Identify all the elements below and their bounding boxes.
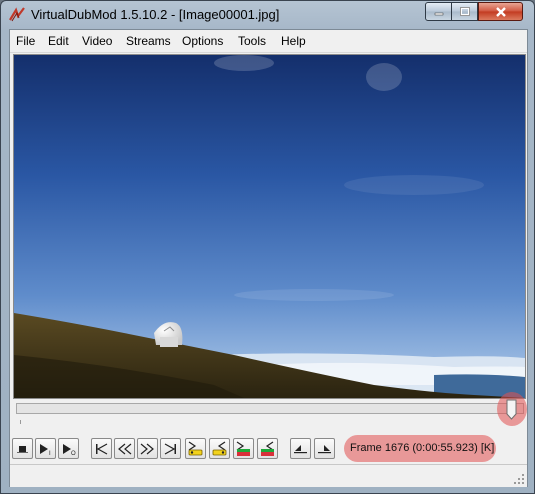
close-button[interactable] (478, 2, 523, 21)
go-start-icon (96, 443, 108, 455)
prev-frame-button[interactable] (114, 438, 135, 459)
menu-tools[interactable]: Tools (238, 34, 266, 48)
video-preview-pane[interactable] (13, 54, 526, 399)
app-window: VirtualDubMod 1.5.10.2 - [Image00001.jpg… (0, 0, 535, 494)
video-frame-image (14, 55, 525, 398)
minimize-button[interactable] (425, 2, 452, 21)
next-keyframe-icon (212, 441, 227, 456)
frame-status-text: Frame 1676 (0:00:55.923) [K] (350, 442, 495, 454)
client-area: File Edit Video Streams Options Tools He… (9, 29, 528, 487)
maximize-icon (459, 6, 470, 16)
maximize-button[interactable] (451, 2, 478, 21)
stop-icon (17, 446, 28, 453)
mark-in-button[interactable] (290, 438, 311, 459)
next-frame-button[interactable] (137, 438, 158, 459)
go-start-button[interactable] (91, 438, 112, 459)
next-frame-icon (140, 443, 154, 455)
timeline-ticks (20, 420, 521, 424)
play-output-icon: O (63, 444, 76, 457)
go-end-button[interactable] (160, 438, 181, 459)
title-bar[interactable]: VirtualDubMod 1.5.10.2 - [Image00001.jpg… (1, 1, 534, 29)
timeline-track[interactable] (16, 403, 524, 414)
stop-button[interactable] (12, 438, 33, 459)
menu-video[interactable]: Video (82, 34, 112, 48)
timeline-thumb[interactable] (506, 399, 517, 420)
menu-streams[interactable]: Streams (126, 34, 171, 48)
prev-keyframe-button[interactable] (185, 438, 206, 459)
svg-text:O: O (71, 451, 76, 457)
virtualdub-logo-icon (9, 7, 25, 22)
menu-options[interactable]: Options (182, 34, 223, 48)
prev-frame-icon (118, 443, 132, 455)
play-input-icon: I (40, 444, 51, 457)
next-keyframe-button[interactable] (209, 438, 230, 459)
go-end-icon (164, 443, 176, 455)
menu-file[interactable]: File (16, 34, 35, 48)
menu-help[interactable]: Help (281, 34, 306, 48)
svg-text:I: I (49, 451, 51, 457)
close-icon (495, 6, 506, 17)
resize-grip-icon[interactable] (513, 473, 525, 485)
window-title: VirtualDubMod 1.5.10.2 - [Image00001.jpg… (31, 7, 280, 22)
play-input-button[interactable]: I (35, 438, 56, 459)
mark-in-icon (294, 445, 307, 454)
menu-edit[interactable]: Edit (48, 34, 69, 48)
status-bar (10, 464, 527, 487)
scene-forward-icon (261, 441, 274, 456)
prev-keyframe-icon (188, 441, 203, 456)
mark-out-button[interactable] (314, 438, 335, 459)
scene-forward-button[interactable] (257, 438, 278, 459)
scene-back-button[interactable] (233, 438, 254, 459)
play-output-button[interactable]: O (58, 438, 79, 459)
scene-back-icon (236, 441, 250, 456)
menu-bar: File Edit Video Streams Options Tools He… (10, 30, 527, 53)
mark-out-icon (318, 445, 331, 454)
minimize-icon (434, 12, 443, 15)
